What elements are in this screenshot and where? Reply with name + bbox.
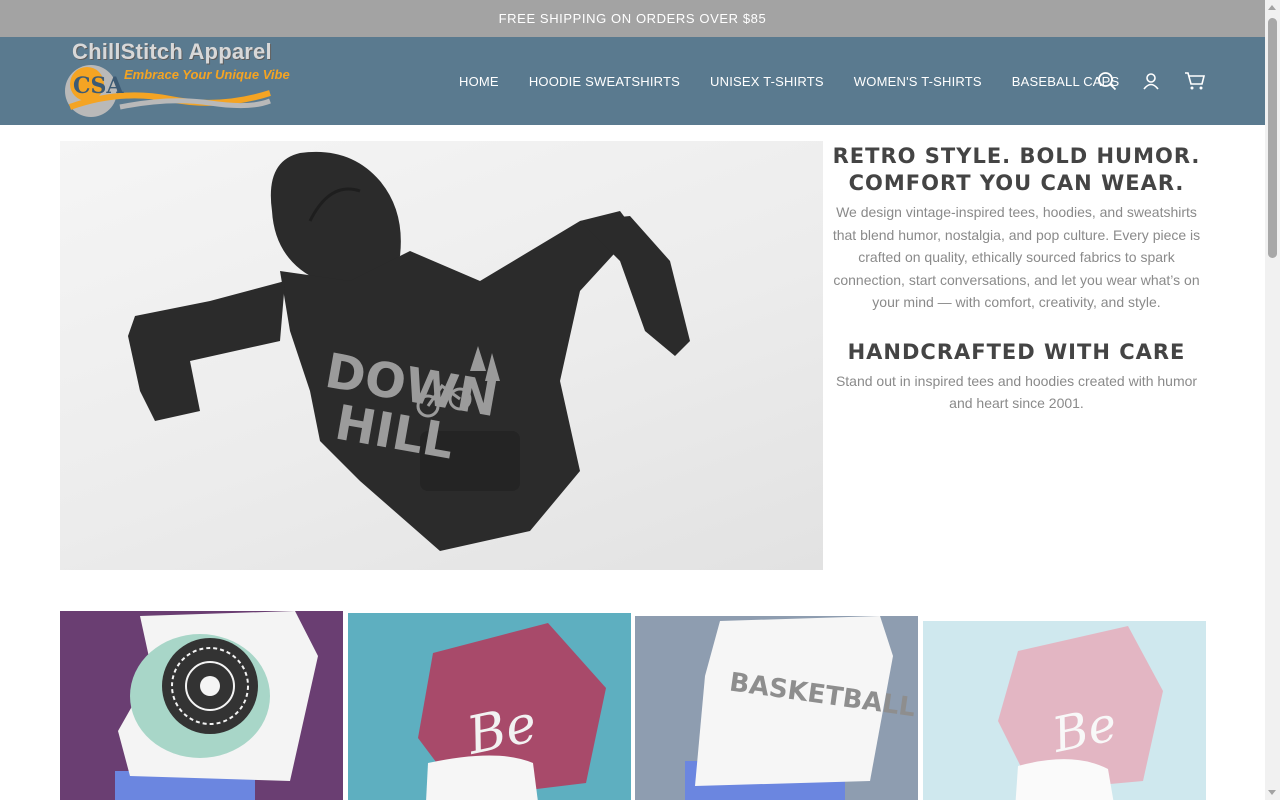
product-card[interactable]: Be [348, 613, 631, 800]
hero-text-block: RETRO STYLE. BOLD HUMOR. COMFORT YOU CAN… [826, 143, 1207, 414]
nav-item-unisex-t-shirts[interactable]: UNISEX T-SHIRTS [695, 74, 839, 89]
hero-subheadline: HANDCRAFTED WITH CARE [847, 339, 1186, 364]
hero-body-text: We design vintage-inspired tees, hoodies… [832, 204, 1201, 310]
brand-tagline: Embrace Your Unique Vibe [124, 67, 290, 82]
product-image: Be [998, 626, 1163, 800]
product-image: BASKETBALL [685, 616, 917, 800]
scroll-down-arrow[interactable] [1268, 790, 1276, 795]
logo-monogram: CSA [73, 73, 124, 99]
nav-item-womens-t-shirts[interactable]: WOMEN'S T-SHIRTS [839, 74, 997, 89]
announcement-text: FREE SHIPPING ON ORDERS OVER $85 [498, 11, 767, 26]
hero-headline: RETRO STYLE. BOLD HUMOR. COMFORT YOU CAN… [832, 144, 1201, 195]
page-scrollbar[interactable] [1265, 0, 1280, 800]
announcement-bar: FREE SHIPPING ON ORDERS OVER $85 [0, 0, 1265, 37]
hero-subbody-text: Stand out in inspired tees and hoodies c… [835, 372, 1198, 411]
site-header: CSA ChillStitch Apparel Embrace Your Uni… [0, 37, 1265, 125]
search-icon[interactable] [1092, 67, 1122, 95]
nav-item-hoodie-sweatshirts[interactable]: HOODIE SWEATSHIRTS [514, 74, 695, 89]
header-icons [1092, 67, 1224, 95]
product-card[interactable]: BASKETBALL [635, 616, 918, 800]
product-image: Be [418, 623, 606, 800]
scroll-thumb[interactable] [1268, 18, 1277, 258]
scroll-up-arrow[interactable] [1268, 5, 1276, 10]
nav-item-home[interactable]: HOME [444, 74, 514, 89]
brand-name: ChillStitch Apparel [72, 39, 272, 64]
product-card[interactable]: Be [923, 621, 1206, 800]
hoodie-illustration: DOWN HILL [128, 151, 690, 551]
main-nav: HOME HOODIE SWEATSHIRTS UNISEX T-SHIRTS … [444, 37, 1134, 125]
cart-icon[interactable] [1180, 67, 1210, 95]
brand-logo[interactable]: CSA ChillStitch Apparel Embrace Your Uni… [60, 37, 290, 125]
hero-image: DOWN HILL [60, 141, 823, 570]
product-image [115, 611, 318, 800]
product-card[interactable] [60, 611, 343, 800]
account-icon[interactable] [1136, 67, 1166, 95]
